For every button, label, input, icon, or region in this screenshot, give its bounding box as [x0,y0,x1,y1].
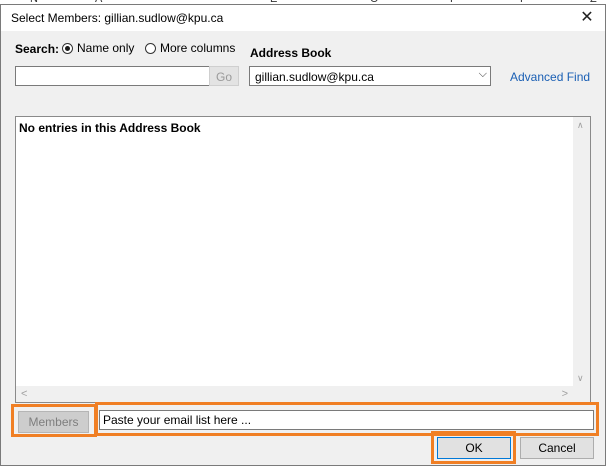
close-button[interactable]: ✕ [569,5,605,31]
ok-button[interactable]: OK [437,437,511,459]
scroll-left-icon[interactable]: < [21,388,27,400]
scroll-right-icon[interactable]: > [562,388,568,400]
empty-list-message: No entries in this Address Book [19,121,201,135]
cancel-button[interactable]: Cancel [520,437,594,459]
radio-more-columns-label: More columns [160,41,236,55]
search-label: Search: [15,42,60,56]
radio-unselected-icon [145,42,156,54]
radio-name-only-label: Name only [77,41,135,55]
dialog-title: Select Members: gillian.sudlow@kpu.ca [11,11,224,25]
search-input[interactable] [15,66,211,86]
address-book-value: gillian.sudlow@kpu.ca [255,70,374,84]
scroll-down-icon[interactable]: ∨ [577,373,584,384]
radio-selected-icon [62,42,73,54]
address-book-select[interactable]: gillian.sudlow@kpu.ca ⌵ [249,66,491,86]
radio-name-only[interactable]: Name only [62,41,134,55]
select-members-dialog: Select Members: gillian.sudlow@kpu.ca ✕ … [0,4,606,466]
horizontal-scrollbar[interactable]: < > [16,386,573,402]
radio-more-columns[interactable]: More columns [145,41,235,55]
go-button[interactable]: Go [209,66,239,86]
vertical-scrollbar[interactable]: ∧ ∨ [573,117,590,387]
members-button[interactable]: Members [18,411,89,433]
address-book-label: Address Book [250,46,332,60]
chevron-down-icon: ⌵ [478,68,487,80]
title-bar: Select Members: gillian.sudlow@kpu.ca ✕ [1,5,605,31]
scrollbar-corner [573,386,590,402]
close-icon: ✕ [580,9,594,26]
scroll-up-icon[interactable]: ∧ [577,120,584,131]
members-input[interactable] [99,410,594,430]
address-book-list[interactable]: No entries in this Address Book ∧ ∨ < > [15,116,591,403]
advanced-find-link[interactable]: Advanced Find [510,70,590,84]
